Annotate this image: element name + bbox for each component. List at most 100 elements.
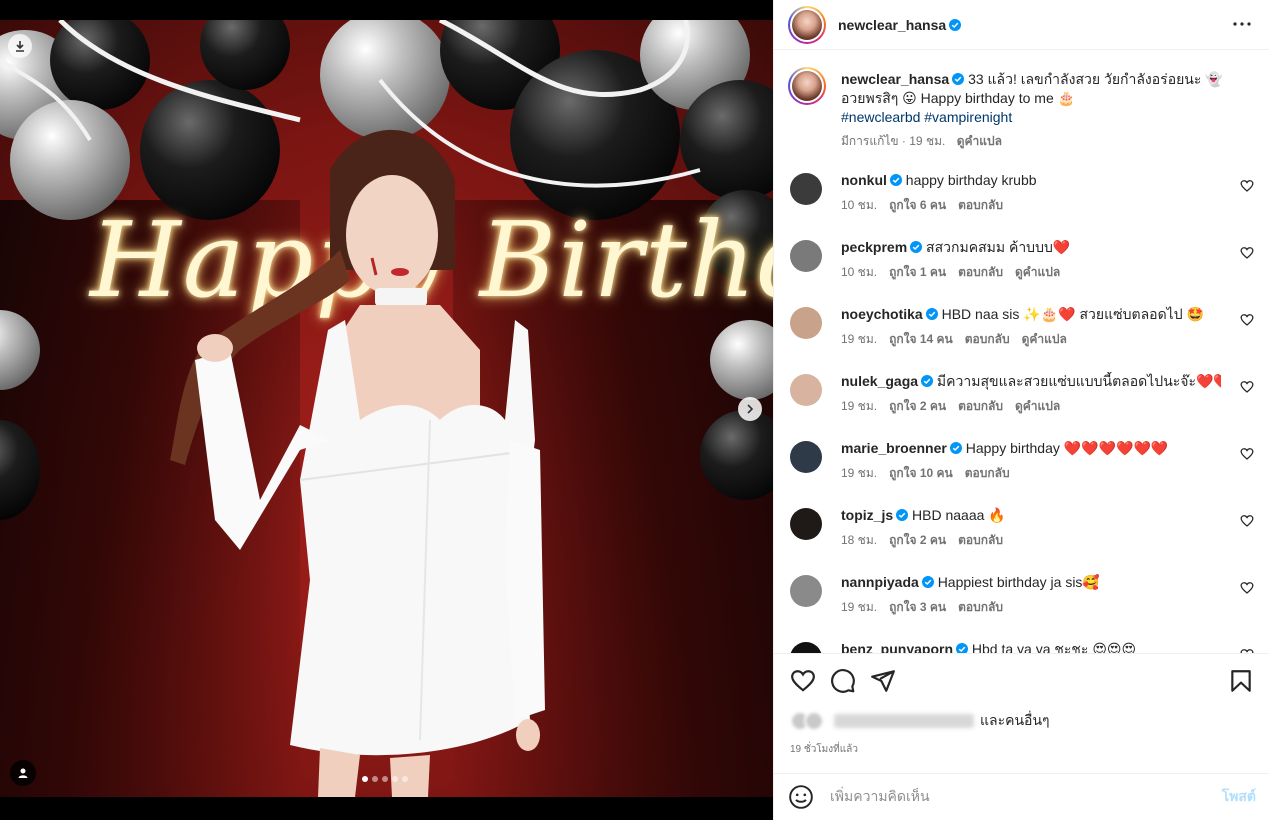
comment-username[interactable]: nonkul bbox=[841, 172, 887, 188]
comment-like-icon[interactable] bbox=[1240, 246, 1254, 260]
comment-reply-button[interactable]: ตอบกลับ bbox=[965, 332, 1010, 346]
comment-text: HBD naa sis ✨🎂❤️ สวยแซ่บตลอดไป 🤩 bbox=[941, 306, 1204, 322]
comment-translate-link[interactable]: ดูคำแปล bbox=[1015, 399, 1060, 413]
author-username[interactable]: newclear_hansa bbox=[838, 17, 946, 33]
comment-username[interactable]: benz_punyaporn bbox=[841, 641, 953, 653]
verified-badge-icon bbox=[949, 442, 962, 454]
comments-section[interactable]: newclear_hansa 33 แล้ว! เลขกำลังสวย วัยก… bbox=[774, 51, 1269, 653]
comment-avatar[interactable] bbox=[790, 508, 822, 540]
comment-username[interactable]: noeychotika bbox=[841, 306, 923, 322]
caption-avatar[interactable] bbox=[788, 67, 826, 105]
comment-like-icon[interactable] bbox=[1240, 581, 1254, 595]
comment-username[interactable]: nulek_gaga bbox=[841, 373, 918, 389]
caption-username[interactable]: newclear_hansa bbox=[841, 71, 949, 87]
comment-avatar[interactable] bbox=[790, 173, 822, 205]
comment-like-icon[interactable] bbox=[1240, 179, 1254, 193]
comment-text: Happy birthday ❤️❤️❤️❤️❤️❤️ bbox=[965, 440, 1169, 456]
comment-item: nannpiyada Happiest birthday ja sis🥰 19 ช… bbox=[788, 573, 1258, 633]
author-avatar[interactable] bbox=[788, 5, 826, 44]
comment-likes[interactable]: ถูกใจ 1 คน bbox=[889, 265, 946, 279]
comment-reply-button[interactable]: ตอบกลับ bbox=[965, 466, 1010, 480]
comment-avatar[interactable] bbox=[790, 240, 822, 272]
comment-time[interactable]: 10 ชม. bbox=[841, 265, 877, 279]
comment-likes[interactable]: ถูกใจ 2 คน bbox=[889, 533, 946, 547]
liker-name-blurred bbox=[834, 714, 974, 728]
comment-text: happy birthday krubb bbox=[905, 172, 1037, 188]
comment-reply-button[interactable]: ตอบกลับ bbox=[958, 600, 1003, 614]
comment-time[interactable]: 19 ชม. bbox=[841, 600, 877, 614]
send-icon[interactable] bbox=[870, 668, 896, 694]
post-modal: Happy Birthday bbox=[0, 0, 1269, 820]
carousel-next-button[interactable] bbox=[738, 397, 762, 421]
post-media[interactable]: Happy Birthday bbox=[0, 20, 773, 797]
comment-item: benz_punyaporn Hbd ta ya ya ชะชะ 😍😍😍 bbox=[788, 640, 1258, 653]
comment-avatar[interactable] bbox=[790, 374, 822, 406]
comment-item: nonkul happy birthday krubb 10 ชม. ถูกใจ 6… bbox=[788, 171, 1258, 231]
comment-avatar[interactable] bbox=[790, 307, 822, 339]
comment-time[interactable]: 10 ชม. bbox=[841, 198, 877, 212]
comment-reply-button[interactable]: ตอบกลับ bbox=[958, 399, 1003, 413]
post-header: newclear_hansa bbox=[774, 0, 1269, 50]
comment-item: noeychotika HBD naa sis ✨🎂❤️ สวยแซ่บตลอด… bbox=[788, 305, 1258, 365]
likes-suffix: และคนอื่นๆ bbox=[980, 712, 1050, 728]
comment-time[interactable]: 19 ชม. bbox=[841, 466, 877, 480]
comment-item: nulek_gaga มีความสุขและสวยแซ่บแบบนี้ตลอด… bbox=[788, 372, 1258, 432]
carousel-dot bbox=[402, 776, 408, 782]
verified-badge-icon bbox=[952, 73, 965, 85]
comment-time[interactable]: 19 ชม. bbox=[841, 332, 877, 346]
post-sidebar: newclear_hansa newclear_hansa 33 แล้ว! เ… bbox=[773, 0, 1269, 820]
comment-reply-button[interactable]: ตอบกลับ bbox=[958, 198, 1003, 212]
verified-badge-icon bbox=[956, 643, 969, 653]
comment-input[interactable]: เพิ่มความคิดเห็น bbox=[830, 786, 1222, 808]
action-bar: และคนอื่นๆ 19 ชั่วโมงที่แล้ว bbox=[774, 653, 1269, 773]
comment-like-icon[interactable] bbox=[1240, 313, 1254, 327]
comment-likes[interactable]: ถูกใจ 10 คน bbox=[889, 466, 953, 480]
download-icon[interactable] bbox=[8, 34, 32, 58]
more-options-icon[interactable] bbox=[1230, 12, 1254, 36]
comment-username[interactable]: nannpiyada bbox=[841, 574, 919, 590]
comment-likes[interactable]: ถูกใจ 14 คน bbox=[889, 332, 953, 346]
comment-username[interactable]: topiz_js bbox=[841, 507, 893, 523]
tagged-users-button[interactable] bbox=[10, 760, 36, 786]
comment-translate-link[interactable]: ดูคำแปล bbox=[1015, 265, 1060, 279]
caption-translate-link[interactable]: ดูคำแปล bbox=[957, 134, 1002, 148]
comment-username[interactable]: marie_broenner bbox=[841, 440, 947, 456]
comment-avatar[interactable] bbox=[790, 575, 822, 607]
comment-avatar[interactable] bbox=[790, 642, 822, 653]
comment-reply-button[interactable]: ตอบกลับ bbox=[958, 533, 1003, 547]
heart-icon[interactable] bbox=[790, 668, 816, 694]
post-comment-button[interactable]: โพสต์ bbox=[1222, 786, 1256, 808]
comment-like-icon[interactable] bbox=[1240, 514, 1254, 528]
comment-likes[interactable]: ถูกใจ 3 คน bbox=[889, 600, 946, 614]
comment-item: topiz_js HBD naaaa 🔥 18 ชม. ถูกใจ 2 คน ตอบก… bbox=[788, 506, 1258, 566]
verified-badge-icon bbox=[896, 509, 909, 521]
liker-avatars bbox=[790, 711, 828, 731]
verified-badge-icon bbox=[921, 375, 934, 387]
bookmark-icon[interactable] bbox=[1228, 668, 1254, 694]
carousel-dot bbox=[392, 776, 398, 782]
comment-item: peckprem สสวกมคสมม ค้าบบบ❤️ 10 ชม. ถูกใจ 1… bbox=[788, 238, 1258, 298]
verified-badge-icon bbox=[910, 241, 923, 253]
caption-hashtags[interactable]: #newclearbd #vampirenight bbox=[841, 109, 1012, 125]
user-icon bbox=[18, 768, 28, 778]
post-time[interactable]: 19 ชั่วโมงที่แล้ว bbox=[790, 742, 858, 757]
comment-reply-button[interactable]: ตอบกลับ bbox=[958, 265, 1003, 279]
comment-translate-link[interactable]: ดูคำแปล bbox=[1022, 332, 1067, 346]
comment-time[interactable]: 18 ชม. bbox=[841, 533, 877, 547]
verified-badge-icon bbox=[921, 576, 934, 588]
comment-likes[interactable]: ถูกใจ 6 คน bbox=[889, 198, 946, 212]
comment-avatar[interactable] bbox=[790, 441, 822, 473]
comment-username[interactable]: peckprem bbox=[841, 239, 907, 255]
comment-likes[interactable]: ถูกใจ 2 คน bbox=[889, 399, 946, 413]
smiley-icon[interactable] bbox=[788, 784, 814, 810]
comment-icon[interactable] bbox=[830, 668, 856, 694]
comment-like-icon[interactable] bbox=[1240, 447, 1254, 461]
comment-time[interactable]: 19 ชม. bbox=[841, 399, 877, 413]
comment-like-icon[interactable] bbox=[1240, 380, 1254, 394]
carousel-dot bbox=[382, 776, 388, 782]
likes-summary[interactable]: และคนอื่นๆ bbox=[790, 710, 1050, 732]
comment-item: marie_broenner Happy birthday ❤️❤️❤️❤️❤️… bbox=[788, 439, 1258, 499]
carousel-indicator bbox=[362, 776, 408, 782]
caption-edited: มีการแก้ไข · 19 ชม. bbox=[841, 134, 946, 148]
verified-badge-icon bbox=[949, 18, 962, 31]
